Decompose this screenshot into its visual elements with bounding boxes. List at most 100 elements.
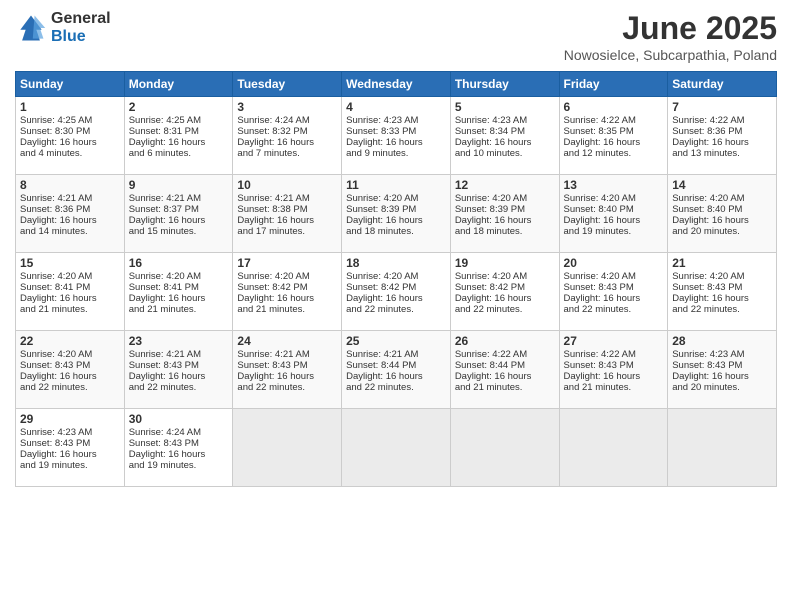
- day-info: Sunrise: 4:24 AM: [129, 427, 229, 438]
- day-info: Sunrise: 4:21 AM: [237, 349, 337, 360]
- day-cell: 30Sunrise: 4:24 AMSunset: 8:43 PMDayligh…: [124, 409, 233, 487]
- day-info: Sunrise: 4:22 AM: [564, 115, 664, 126]
- header-row: SundayMondayTuesdayWednesdayThursdayFrid…: [16, 72, 777, 97]
- day-info: and 22 minutes.: [346, 304, 446, 315]
- day-cell: 12Sunrise: 4:20 AMSunset: 8:39 PMDayligh…: [450, 175, 559, 253]
- day-number: 19: [455, 256, 555, 270]
- day-info: Sunrise: 4:20 AM: [564, 193, 664, 204]
- day-number: 13: [564, 178, 664, 192]
- day-info: and 19 minutes.: [129, 460, 229, 471]
- day-info: Sunrise: 4:20 AM: [20, 349, 120, 360]
- day-info: Daylight: 16 hours: [672, 293, 772, 304]
- day-info: Sunset: 8:32 PM: [237, 126, 337, 137]
- day-number: 23: [129, 334, 229, 348]
- day-number: 11: [346, 178, 446, 192]
- day-cell: 11Sunrise: 4:20 AMSunset: 8:39 PMDayligh…: [342, 175, 451, 253]
- day-cell: 19Sunrise: 4:20 AMSunset: 8:42 PMDayligh…: [450, 253, 559, 331]
- day-info: Sunrise: 4:20 AM: [455, 271, 555, 282]
- day-info: Sunrise: 4:21 AM: [129, 349, 229, 360]
- day-info: Sunset: 8:43 PM: [129, 438, 229, 449]
- day-header-sunday: Sunday: [16, 72, 125, 97]
- day-info: Sunset: 8:42 PM: [346, 282, 446, 293]
- day-info: Sunrise: 4:23 AM: [20, 427, 120, 438]
- day-info: and 12 minutes.: [564, 148, 664, 159]
- day-info: Sunset: 8:43 PM: [672, 360, 772, 371]
- day-info: and 19 minutes.: [20, 460, 120, 471]
- subtitle: Nowosielce, Subcarpathia, Poland: [564, 47, 777, 63]
- day-cell: 24Sunrise: 4:21 AMSunset: 8:43 PMDayligh…: [233, 331, 342, 409]
- day-info: Sunrise: 4:21 AM: [346, 349, 446, 360]
- day-info: and 22 minutes.: [237, 382, 337, 393]
- day-info: Sunset: 8:37 PM: [129, 204, 229, 215]
- day-number: 1: [20, 100, 120, 114]
- day-info: and 4 minutes.: [20, 148, 120, 159]
- day-cell: 17Sunrise: 4:20 AMSunset: 8:42 PMDayligh…: [233, 253, 342, 331]
- day-info: Sunrise: 4:20 AM: [129, 271, 229, 282]
- day-info: Daylight: 16 hours: [20, 449, 120, 460]
- day-info: and 15 minutes.: [129, 226, 229, 237]
- day-info: Sunrise: 4:20 AM: [346, 193, 446, 204]
- day-number: 7: [672, 100, 772, 114]
- day-number: 26: [455, 334, 555, 348]
- week-row-1: 1Sunrise: 4:25 AMSunset: 8:30 PMDaylight…: [16, 97, 777, 175]
- day-cell: 29Sunrise: 4:23 AMSunset: 8:43 PMDayligh…: [16, 409, 125, 487]
- day-info: Sunset: 8:43 PM: [20, 438, 120, 449]
- day-cell: 9Sunrise: 4:21 AMSunset: 8:37 PMDaylight…: [124, 175, 233, 253]
- day-info: Sunset: 8:43 PM: [564, 282, 664, 293]
- day-cell: 22Sunrise: 4:20 AMSunset: 8:43 PMDayligh…: [16, 331, 125, 409]
- day-info: Sunset: 8:43 PM: [129, 360, 229, 371]
- day-info: Sunset: 8:35 PM: [564, 126, 664, 137]
- day-info: Daylight: 16 hours: [455, 137, 555, 148]
- day-info: Daylight: 16 hours: [346, 293, 446, 304]
- day-info: Sunset: 8:36 PM: [672, 126, 772, 137]
- day-info: and 21 minutes.: [129, 304, 229, 315]
- day-info: Sunset: 8:41 PM: [129, 282, 229, 293]
- day-info: Sunrise: 4:25 AM: [20, 115, 120, 126]
- day-cell: [450, 409, 559, 487]
- day-cell: 18Sunrise: 4:20 AMSunset: 8:42 PMDayligh…: [342, 253, 451, 331]
- day-number: 3: [237, 100, 337, 114]
- day-info: Sunset: 8:39 PM: [455, 204, 555, 215]
- day-cell: 4Sunrise: 4:23 AMSunset: 8:33 PMDaylight…: [342, 97, 451, 175]
- day-cell: 1Sunrise: 4:25 AMSunset: 8:30 PMDaylight…: [16, 97, 125, 175]
- day-info: Daylight: 16 hours: [455, 293, 555, 304]
- day-info: Sunrise: 4:20 AM: [455, 193, 555, 204]
- day-info: Daylight: 16 hours: [564, 137, 664, 148]
- day-cell: 20Sunrise: 4:20 AMSunset: 8:43 PMDayligh…: [559, 253, 668, 331]
- day-info: Sunrise: 4:25 AM: [129, 115, 229, 126]
- day-info: Sunset: 8:42 PM: [455, 282, 555, 293]
- week-row-5: 29Sunrise: 4:23 AMSunset: 8:43 PMDayligh…: [16, 409, 777, 487]
- day-info: Sunrise: 4:21 AM: [129, 193, 229, 204]
- day-info: Sunset: 8:34 PM: [455, 126, 555, 137]
- day-info: Daylight: 16 hours: [564, 293, 664, 304]
- day-info: Sunset: 8:42 PM: [237, 282, 337, 293]
- day-info: Daylight: 16 hours: [455, 371, 555, 382]
- day-info: Sunset: 8:40 PM: [672, 204, 772, 215]
- calendar-table: SundayMondayTuesdayWednesdayThursdayFrid…: [15, 71, 777, 487]
- day-info: and 21 minutes.: [20, 304, 120, 315]
- day-info: Sunrise: 4:21 AM: [237, 193, 337, 204]
- page: General Blue June 2025 Nowosielce, Subca…: [0, 0, 792, 612]
- day-info: Sunrise: 4:23 AM: [672, 349, 772, 360]
- day-info: Sunset: 8:43 PM: [672, 282, 772, 293]
- day-cell: 10Sunrise: 4:21 AMSunset: 8:38 PMDayligh…: [233, 175, 342, 253]
- day-cell: 21Sunrise: 4:20 AMSunset: 8:43 PMDayligh…: [668, 253, 777, 331]
- day-info: and 22 minutes.: [564, 304, 664, 315]
- day-info: Sunrise: 4:24 AM: [237, 115, 337, 126]
- day-info: Sunset: 8:43 PM: [237, 360, 337, 371]
- day-cell: 28Sunrise: 4:23 AMSunset: 8:43 PMDayligh…: [668, 331, 777, 409]
- header: General Blue June 2025 Nowosielce, Subca…: [15, 10, 777, 63]
- day-info: Daylight: 16 hours: [20, 293, 120, 304]
- day-info: and 22 minutes.: [129, 382, 229, 393]
- day-info: Sunrise: 4:20 AM: [564, 271, 664, 282]
- day-info: Daylight: 16 hours: [672, 137, 772, 148]
- day-cell: [233, 409, 342, 487]
- day-header-tuesday: Tuesday: [233, 72, 342, 97]
- day-info: Sunrise: 4:23 AM: [455, 115, 555, 126]
- month-title: June 2025: [564, 10, 777, 47]
- day-info: and 20 minutes.: [672, 226, 772, 237]
- day-info: and 22 minutes.: [672, 304, 772, 315]
- day-info: Daylight: 16 hours: [237, 293, 337, 304]
- week-row-2: 8Sunrise: 4:21 AMSunset: 8:36 PMDaylight…: [16, 175, 777, 253]
- day-info: Sunset: 8:40 PM: [564, 204, 664, 215]
